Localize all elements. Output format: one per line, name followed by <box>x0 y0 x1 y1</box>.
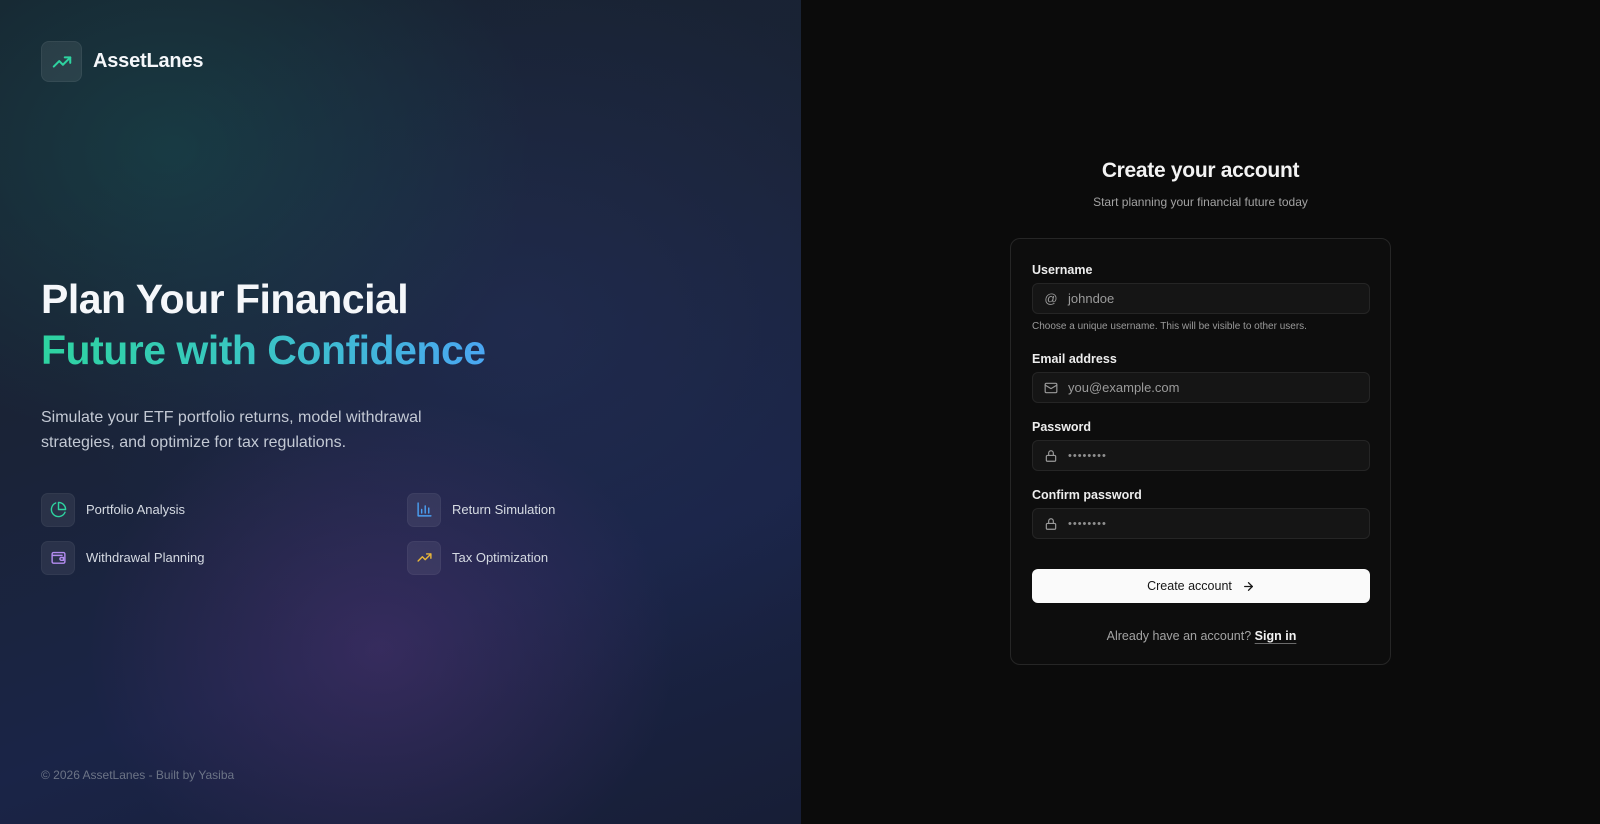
signup-form: Username @ johndoe Choose a unique usern… <box>1010 238 1391 665</box>
feature-label: Withdrawal Planning <box>86 550 205 565</box>
hero-lead: Simulate your ETF portfolio returns, mod… <box>41 409 422 451</box>
username-label: Username <box>1032 263 1093 277</box>
signin-link[interactable]: Sign in <box>1255 629 1297 643</box>
feature-label: Tax Optimization <box>452 550 549 565</box>
feature-tax-optimization: Tax Optimization <box>407 540 561 575</box>
brand-name: AssetLanes <box>93 50 204 72</box>
feature-list: Portfolio Analysis Return Simulation Wit… <box>41 492 561 575</box>
password-label: Password <box>1032 420 1092 434</box>
create-account-button[interactable]: Create account <box>1032 569 1370 603</box>
password-value: •••••••• <box>1068 449 1107 462</box>
bar-chart-icon <box>407 492 441 527</box>
create-account-label: Create account <box>1147 579 1232 593</box>
headline-line-1: Plan Your Financial <box>41 276 409 322</box>
username-placeholder: johndoe <box>1068 291 1115 306</box>
password-input[interactable]: •••••••• <box>1032 440 1370 471</box>
trending-up-icon <box>407 540 441 575</box>
feature-withdrawal-planning: Withdrawal Planning <box>41 540 407 575</box>
hero-headline: Plan Your Financial Future with Confiden… <box>41 274 486 376</box>
feature-label: Return Simulation <box>452 502 556 517</box>
username-input[interactable]: @ johndoe <box>1032 283 1370 314</box>
trending-up-icon <box>41 41 82 82</box>
email-placeholder: you@example.com <box>1068 380 1180 395</box>
feature-label: Portfolio Analysis <box>86 502 185 517</box>
hero-panel: AssetLanes Plan Your Financial Future wi… <box>0 0 801 824</box>
lock-icon <box>1043 448 1059 464</box>
at-icon: @ <box>1044 291 1058 306</box>
page-subtitle: Start planning your financial future tod… <box>1093 195 1308 209</box>
headline-line-2: Future with Confidence <box>41 325 486 376</box>
feature-return-simulation: Return Simulation <box>407 492 561 527</box>
signin-prompt: Already have an account? <box>1106 629 1252 643</box>
page-title: Create your account <box>1101 159 1300 182</box>
email-input[interactable]: you@example.com <box>1032 372 1370 403</box>
auth-panel: Create your account Start planning your … <box>801 0 1600 824</box>
pie-chart-icon <box>41 492 75 527</box>
signin-prompt-row: Already have an account? Sign in <box>1011 629 1392 643</box>
email-label: Email address <box>1032 352 1117 366</box>
feature-portfolio-analysis: Portfolio Analysis <box>41 492 407 527</box>
confirm-password-label: Confirm password <box>1032 488 1142 502</box>
username-hint: Choose a unique username. This will be v… <box>1032 321 1307 332</box>
footer-copyright: © 2026 AssetLanes - Built by Yasiba <box>41 768 235 782</box>
lock-icon <box>1043 516 1059 532</box>
arrow-right-icon <box>1242 580 1255 593</box>
wallet-icon <box>41 540 75 575</box>
confirm-password-input[interactable]: •••••••• <box>1032 508 1370 539</box>
brand[interactable]: AssetLanes <box>41 41 203 82</box>
confirm-password-value: •••••••• <box>1068 517 1107 530</box>
mail-icon <box>1043 380 1059 396</box>
